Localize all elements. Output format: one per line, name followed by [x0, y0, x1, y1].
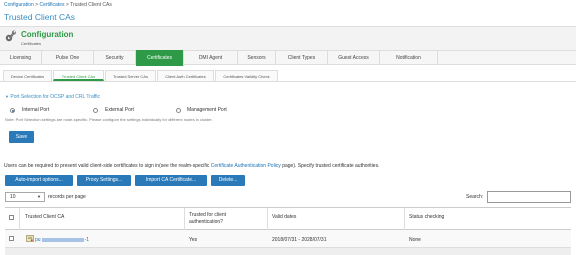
column-header-trusted-client-ca[interactable]: Trusted Client CA [25, 214, 64, 221]
subtab-trusted-server-cas[interactable]: Trusted Server CAs [105, 70, 156, 81]
chevron-down-icon: ▼ [37, 194, 41, 199]
redaction-blur [41, 237, 84, 242]
certificate-icon [26, 235, 34, 242]
table-header: Trusted Client CA Trusted for client aut… [5, 207, 571, 231]
table-footer [5, 248, 571, 255]
wrench-gear-icon [5, 30, 16, 42]
records-per-page-label: records per page [48, 194, 86, 200]
ca-name-link[interactable]: pu -1 [35, 237, 89, 243]
tab-dmi-agent[interactable]: DMI Agent [184, 51, 238, 65]
column-header-status-checking[interactable]: Status checking [409, 214, 444, 221]
main-tabs: Licensing Pulse One Security Certificate… [0, 50, 576, 66]
select-all-checkbox[interactable] [9, 215, 14, 220]
subtab-trusted-client-cas[interactable]: Trusted Client CAs [53, 70, 104, 81]
intro-text: Users can be required to present valid c… [4, 163, 380, 169]
radio-external-port[interactable] [93, 108, 98, 113]
tab-sensors[interactable]: Sensors [238, 51, 276, 65]
certificate-auth-policy-link[interactable]: Certificate Authentication Policy [211, 163, 281, 169]
port-note: Note: Port Selection settings are node-s… [5, 117, 213, 122]
column-header-trusted-for-client-auth[interactable]: Trusted for client authentication? [189, 212, 259, 225]
radio-management-port-label: Management Port [187, 107, 227, 113]
import-ca-certificate-button[interactable]: Import CA Certificate... [135, 175, 207, 186]
trusted-value: Yes [189, 237, 198, 243]
section-port-selection-title[interactable]: ▼ Port Selection for OCSP and CRL Traffi… [5, 94, 100, 100]
subtab-device-certificates[interactable]: Device Certificates [3, 70, 52, 81]
tab-licensing[interactable]: Licensing [0, 51, 42, 65]
radio-internal-port-label: Internal Port [22, 107, 50, 113]
sub-tabs: Device Certificates Trusted Client CAs T… [0, 65, 576, 82]
breadcrumb: Configuration > Certificates > Trusted C… [4, 2, 112, 8]
page-title: Trusted Client CAs [4, 12, 76, 22]
search-input[interactable] [487, 191, 571, 203]
proxy-settings-button[interactable]: Proxy Settings... [77, 175, 131, 186]
tab-security[interactable]: Security [94, 51, 136, 65]
radio-external-port-label: External Port [105, 107, 134, 113]
caret-down-icon: ▼ [5, 94, 9, 99]
tab-client-types[interactable]: Client Types [276, 51, 328, 65]
save-button[interactable]: Save [9, 131, 34, 143]
subtab-certificates-validity-check[interactable]: Certificates Validity Check [215, 70, 278, 81]
search-label: Search: [466, 194, 484, 200]
subtab-client-auth-certificates[interactable]: Client Auth Certificates [157, 70, 214, 81]
breadcrumb-separator: > [35, 2, 39, 8]
row-checkbox[interactable] [9, 236, 14, 241]
config-header [0, 26, 576, 50]
auto-import-options-button[interactable]: Auto-import options... [5, 175, 73, 186]
tab-certificates[interactable]: Certificates [136, 50, 184, 66]
config-subtitle: Certificates [21, 41, 42, 46]
valid-dates-value: 2018/07/31 - 2028/07/31 [272, 237, 327, 243]
status-checking-value: None [409, 237, 421, 243]
tab-pulse-one[interactable]: Pulse One [42, 51, 94, 65]
config-title: Configuration [21, 30, 74, 39]
delete-button[interactable]: Delete... [211, 175, 245, 186]
tab-guest-access[interactable]: Guest Access [328, 51, 380, 65]
radio-management-port[interactable] [176, 108, 181, 113]
table-row: pu -1 Yes 2018/07/31 - 2028/07/31 None [5, 230, 571, 248]
breadcrumb-configuration[interactable]: Configuration [4, 2, 34, 8]
column-header-valid-dates[interactable]: Valid dates [272, 214, 296, 221]
breadcrumb-certificates[interactable]: Certificates [39, 2, 64, 8]
radio-internal-port[interactable] [10, 108, 15, 113]
records-per-page-select[interactable]: 10 ▼ [5, 192, 45, 202]
tab-notification[interactable]: Notification [380, 51, 438, 65]
breadcrumb-separator: > [65, 2, 69, 8]
breadcrumb-current: Trusted Client CAs [70, 2, 112, 8]
